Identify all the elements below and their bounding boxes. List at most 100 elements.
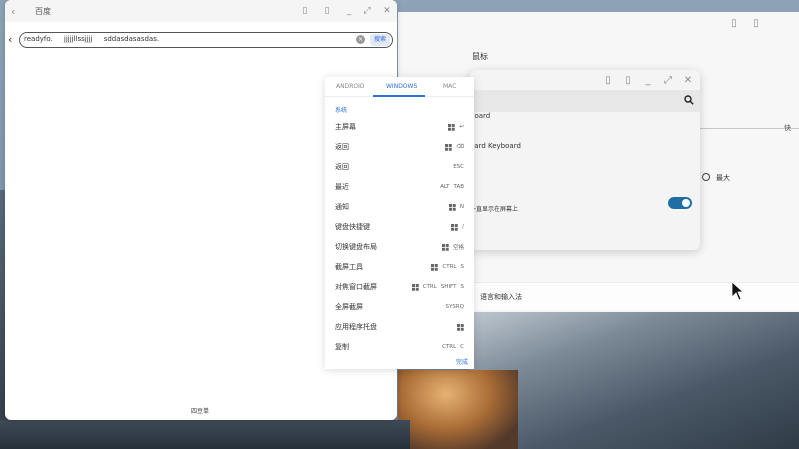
browser-title: 百度 — [35, 7, 51, 16]
wallpaper-mountains — [470, 300, 799, 449]
window-split-icon[interactable]: ▯ — [728, 18, 740, 30]
shortcut-panel: ANDROID WINDOWS MAC 系统 主屏幕 ↩ 返回 ⌫ 返回 ESC 最近 ALT… — [325, 77, 474, 369]
slider-track[interactable] — [688, 128, 799, 129]
shortcut-row[interactable]: 截屏工具 CTRL S — [325, 257, 474, 277]
always-show-toggle[interactable] — [668, 197, 692, 209]
shortcut-tabs: ANDROID WINDOWS MAC — [325, 77, 474, 97]
window-split-icon[interactable]: ▯ — [602, 75, 614, 87]
windows-logo-icon — [448, 123, 456, 131]
always-show-label: 一直显示在屏幕上 — [470, 206, 519, 213]
key-label: SHIFT — [440, 284, 457, 290]
shortcut-row[interactable]: 最近 ALT TAB — [325, 177, 474, 197]
maximize-icon[interactable]: ⤢ — [361, 5, 373, 17]
maximize-icon[interactable]: ⤢ — [662, 75, 674, 87]
tab-mac[interactable]: MAC — [443, 83, 456, 90]
shortcut-label: 返回 — [335, 163, 349, 171]
radio-largest[interactable] — [702, 173, 710, 181]
shortcut-keys: ⌫ — [445, 142, 464, 152]
keyboard-item[interactable]: oard Keyboard — [470, 142, 521, 150]
shortcut-keys: CTRL S — [431, 262, 464, 272]
shortcut-row[interactable]: 通知 N — [325, 197, 474, 217]
shortcut-row[interactable]: 主屏幕 ↩ — [325, 117, 474, 137]
window-pin-icon[interactable]: ▯ — [750, 18, 762, 30]
key-label: 空格 — [452, 245, 464, 251]
close-icon[interactable]: ✕ — [682, 75, 694, 87]
minimize-icon[interactable]: _ — [642, 75, 654, 87]
tab-windows[interactable]: WINDOWS — [386, 83, 417, 90]
address-bar-row: ‹ readyfo. jjjjjllssjjjj sddasdasasdas. … — [5, 30, 397, 50]
key-label: TAB — [453, 184, 464, 190]
clear-icon[interactable]: × — [356, 35, 365, 44]
key-label: CTRL — [442, 344, 457, 350]
shortcut-row[interactable]: 对焦窗口截屏 CTRL SHIFT S — [325, 277, 474, 297]
key-label: SYSRQ — [445, 304, 465, 310]
shortcut-keys: 空格 — [441, 242, 464, 252]
windows-logo-icon — [431, 263, 439, 271]
toggle-knob — [682, 199, 690, 207]
windows-logo-icon — [441, 243, 449, 251]
shortcut-keys: SYSRQ — [446, 302, 465, 312]
window-pin-icon[interactable]: ▯ — [622, 75, 634, 87]
windows-logo-icon — [451, 223, 458, 231]
shortcut-row[interactable]: 复制 CTRL C — [325, 337, 474, 357]
shortcut-label: 切换键盘布局 — [335, 243, 377, 251]
windows-logo-icon — [411, 283, 419, 291]
mouse-section-label: 鼠标 — [472, 52, 488, 61]
search-input-text: readyfo. jjjjjllssjjjj sddasdasasdas. — [24, 35, 160, 43]
radio-largest-label: 最大 — [716, 174, 730, 182]
browser-footer-text: 四豆单 — [191, 408, 210, 415]
shortcut-label: 返回 — [335, 143, 349, 151]
shortcut-keys: ESC — [453, 162, 464, 172]
key-label: CTRL — [422, 284, 437, 290]
keyboard-settings-window: ▯ ▯ _ ⤢ ✕ board oard Keyboard 一直显示在屏幕上 — [470, 70, 700, 250]
slider-fast-label: 快 — [784, 124, 791, 132]
close-icon[interactable]: ✕ — [381, 5, 393, 17]
key-label: S — [460, 284, 465, 290]
shortcut-label: 应用程序托盘 — [335, 323, 377, 331]
keyboard-search-bar[interactable] — [470, 90, 700, 112]
shortcut-label: 对焦窗口截屏 — [335, 283, 377, 291]
shortcut-label: 通知 — [335, 203, 349, 211]
language-input-label: 语言和输入法 — [480, 293, 522, 301]
shortcut-keys: ↩ — [448, 122, 464, 132]
browser-titlebar: ‹ 百度 ▯ ▯ _ ⤢ ✕ — [5, 0, 397, 22]
shortcut-label: 复制 — [335, 343, 349, 351]
shortcut-label: 截屏工具 — [335, 263, 363, 271]
shortcut-label: 主屏幕 — [335, 123, 356, 131]
shortcut-row[interactable]: 键盘快捷键 / — [325, 217, 474, 237]
done-button[interactable]: 完成 — [456, 357, 468, 366]
key-label: C — [460, 344, 464, 350]
chevron-left-icon[interactable]: ‹ — [8, 33, 12, 46]
active-tab-indicator — [373, 95, 425, 97]
wallpaper-bottom — [0, 420, 410, 449]
shortcut-row[interactable]: 返回 ESC — [325, 157, 474, 177]
search-input[interactable]: readyfo. jjjjjllssjjjj sddasdasasdas. × … — [19, 32, 393, 48]
key-label: CTRL — [442, 264, 457, 270]
key-label: ↩ — [459, 124, 464, 130]
shortcut-row[interactable]: 切换键盘布局 空格 — [325, 237, 474, 257]
key-label: ESC — [453, 164, 464, 170]
shortcut-keys: CTRL C — [442, 342, 464, 352]
shortcut-row[interactable]: 全屏截屏 SYSRQ — [325, 297, 474, 317]
shortcut-row[interactable]: 应用程序托盘 — [325, 317, 474, 337]
tab-android[interactable]: ANDROID — [336, 83, 365, 90]
mouse-cursor-icon — [731, 281, 745, 301]
shortcut-row[interactable]: 返回 ⌫ — [325, 137, 474, 157]
shortcut-keys: CTRL SHIFT S — [411, 282, 465, 292]
window-split-icon[interactable]: ▯ — [299, 5, 311, 17]
search-button[interactable]: 搜索 — [370, 34, 390, 46]
back-icon[interactable]: ‹ — [11, 5, 15, 18]
settings-titlebar: ▯ ▯ — [398, 12, 799, 36]
shortcut-label: 全屏截屏 — [335, 303, 363, 311]
key-label: ALT — [440, 184, 450, 190]
keyboard-window-titlebar: ▯ ▯ _ ⤢ ✕ — [470, 70, 700, 90]
key-label: ⌫ — [456, 144, 464, 150]
key-label: / — [462, 224, 464, 230]
search-icon[interactable] — [684, 95, 694, 105]
windows-logo-icon — [445, 143, 452, 151]
window-pin-icon[interactable]: ▯ — [321, 5, 333, 17]
shortcut-keys: / — [451, 222, 464, 232]
section-system-label: 系统 — [335, 107, 348, 114]
shortcut-keys: ALT TAB — [440, 182, 464, 192]
minimize-icon[interactable]: _ — [343, 5, 355, 17]
